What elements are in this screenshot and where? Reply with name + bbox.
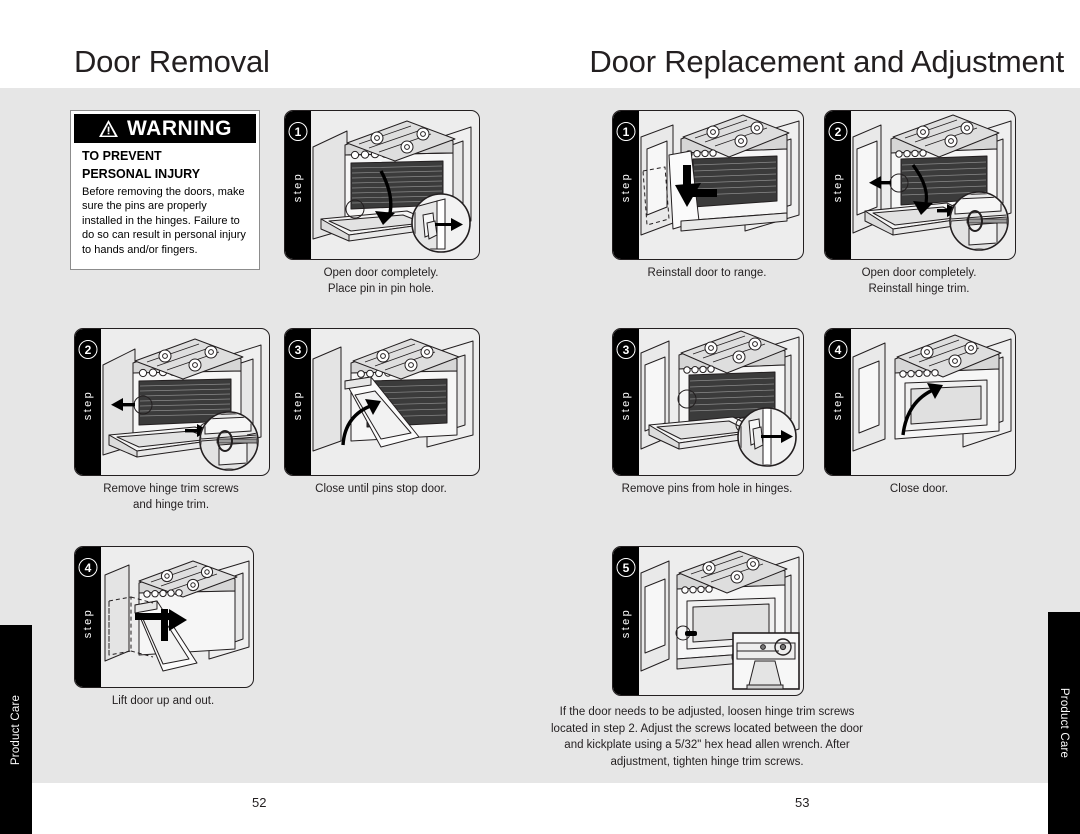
step-rail-label: step — [292, 389, 304, 421]
section-tab-left: Product Care — [0, 625, 32, 834]
caption-line-1: Remove pins from hole in hinges. — [621, 483, 793, 495]
warning-body: TO PREVENT PERSONAL INJURY Before removi… — [74, 143, 256, 266]
step-number-badge: 2 — [828, 122, 848, 141]
warning-triangle-icon — [98, 119, 119, 138]
warning-heading-line1: TO PREVENT — [82, 149, 162, 163]
step-number-badge: 3 — [288, 340, 308, 359]
caption-line-2: Reinstall hinge trim. — [868, 282, 970, 295]
left-step-caption-4: Lift door up and out. — [54, 694, 272, 710]
right-step-caption-5: If the door needs to be adjusted, loosen… — [551, 706, 863, 769]
left-step-panel-4: 4 step Lift door up and out. — [74, 546, 254, 707]
step-rail-label: step — [82, 389, 94, 421]
warning-body-text: Before removing the doors, make sure the… — [82, 185, 246, 257]
left-page-title: Door Removal — [74, 44, 270, 79]
step-rail-label: step — [620, 607, 632, 639]
caption-line-1: Remove hinge trim screws — [103, 483, 239, 495]
step-rail-label: step — [82, 607, 94, 639]
caption-line-1: Close until pins stop door. — [315, 483, 447, 495]
step-rail: 3 step — [285, 329, 311, 475]
section-tab-right: Product Care — [1048, 612, 1080, 834]
caption-line-1: Open door completely. — [861, 267, 977, 279]
panel-frame: 1 step — [612, 110, 804, 260]
step-rail-label: step — [292, 171, 304, 203]
section-tab-right-label: Product Care — [1058, 687, 1070, 759]
right-step-caption-4: Close door. — [804, 482, 1034, 498]
right-step-panel-1: 1 step Reinstall door to range. — [612, 110, 804, 279]
step-number-badge: 4 — [828, 340, 848, 359]
illustration-range-pins-remove-detail — [639, 329, 803, 475]
panel-frame: 1 step — [284, 110, 480, 260]
left-step-panel-3: 3 step Close until pins stop door. — [284, 328, 480, 495]
right-page-title: Door Replacement and Adjustment — [589, 44, 1064, 79]
panel-frame: 2 step — [824, 110, 1016, 260]
warning-heading-line2: PERSONAL INJURY — [82, 166, 201, 181]
left-step-caption-2: Remove hinge trim screws and hinge trim. — [54, 482, 288, 513]
left-step-panel-2: 2 step Remove hinge trim screws and hing… — [74, 328, 270, 511]
step-rail: 1 step — [613, 111, 639, 259]
caption-line-1: Open door completely. — [323, 267, 439, 279]
illustration-range-door-lift-off — [101, 547, 253, 687]
panel-frame: 2 step — [74, 328, 270, 476]
illustration-range-door-close — [851, 329, 1015, 475]
warning-banner-label: WARNING — [127, 116, 232, 140]
right-step-panel-3: 3 step Remove pins from hole in hinges. — [612, 328, 804, 495]
step-rail-label: step — [620, 171, 632, 203]
illustration-range-door-open-pin-detail — [311, 111, 479, 259]
left-step-caption-1: Open door completely. Place pin in pin h… — [264, 266, 498, 297]
illustration-range-door-closing — [311, 329, 479, 475]
illustration-range-door-open-screw-detail — [101, 329, 269, 475]
right-page-number: 53 — [795, 795, 810, 810]
panel-frame: 4 step — [824, 328, 1016, 476]
section-tab-left-label: Product Care — [10, 694, 22, 765]
caption-line-2: Place pin in pin hole. — [327, 282, 435, 295]
step-number-badge: 1 — [616, 122, 636, 141]
right-step-caption-2: Open door completely. Reinstall hinge tr… — [804, 266, 1034, 297]
left-step-caption-3: Close until pins stop door. — [264, 482, 498, 498]
panel-frame: 4 step — [74, 546, 254, 688]
step-rail: 2 step — [75, 329, 101, 475]
step-number-badge: 4 — [78, 558, 98, 577]
panel-frame: 3 step — [284, 328, 480, 476]
step-rail-label: step — [832, 171, 844, 203]
right-step-caption-3: Remove pins from hole in hinges. — [592, 482, 822, 498]
caption-line-2: and hinge trim. — [132, 498, 210, 511]
step-number-badge: 2 — [78, 340, 98, 359]
left-step-panel-1: 1 step Open door completely. Place pin i… — [284, 110, 480, 295]
step-rail: 2 step — [825, 111, 851, 259]
step-rail-label: step — [832, 389, 844, 421]
caption-line-1: Lift door up and out. — [111, 695, 215, 707]
step-rail: 1 step — [285, 111, 311, 259]
illustration-range-door-open-trim-detail — [851, 111, 1015, 259]
right-step-caption-1: Reinstall door to range. — [592, 266, 822, 282]
caption-line-1: Close door. — [889, 483, 949, 495]
panel-frame: 3 step — [612, 328, 804, 476]
left-page-number: 52 — [252, 795, 267, 810]
step-number-badge: 3 — [616, 340, 636, 359]
warning-banner: WARNING — [74, 114, 256, 143]
right-step-panel-5: 5 step If the door needs to be adjusted,… — [551, 546, 863, 768]
panel-frame: 5 step — [612, 546, 804, 696]
step-rail-label: step — [620, 389, 632, 421]
right-step-panel-4: 4 step Close door. — [824, 328, 1016, 495]
manual-page-spread: Product Care Product Care Door Removal D… — [0, 0, 1080, 834]
right-step-panel-2: 2 step Open door completely. Reinstall h… — [824, 110, 1016, 295]
warning-box: WARNING TO PREVENT PERSONAL INJURY Befor… — [70, 110, 260, 270]
step-rail: 5 step — [613, 547, 639, 695]
step-rail: 3 step — [613, 329, 639, 475]
illustration-range-door-reinstall — [639, 111, 803, 259]
step-number-badge: 1 — [288, 122, 308, 141]
step-rail: 4 step — [825, 329, 851, 475]
step-number-badge: 5 — [616, 558, 636, 577]
illustration-range-kickplate-adjust-detail — [639, 547, 803, 695]
step-rail: 4 step — [75, 547, 101, 687]
caption-line-1: Reinstall door to range. — [647, 267, 767, 279]
